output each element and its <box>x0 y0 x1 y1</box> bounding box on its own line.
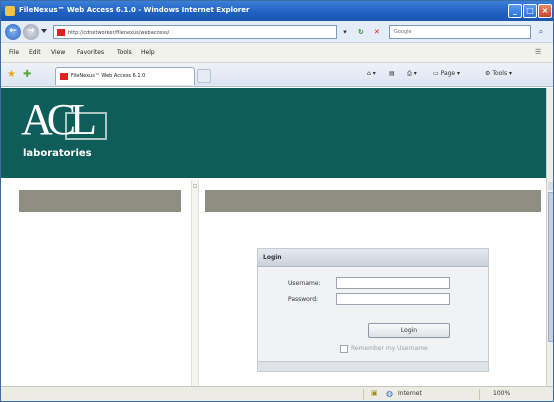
remember-username-checkbox[interactable] <box>340 345 348 353</box>
vertical-scrollbar[interactable] <box>546 88 553 386</box>
menu-favorites[interactable]: Favorites <box>77 49 104 56</box>
menu-file[interactable]: File <box>9 49 19 56</box>
password-label: Password: <box>288 296 319 303</box>
menu-edit[interactable]: Edit <box>29 49 41 56</box>
splitter-grip-icon[interactable] <box>193 184 197 188</box>
page-icon: ▭ <box>433 70 439 77</box>
remember-username-label: Remember my Username <box>351 345 428 352</box>
back-arrow-icon[interactable]: ← <box>5 24 21 40</box>
panel-splitter[interactable] <box>191 180 199 386</box>
tools-menu[interactable]: ⚙ Tools ▾ <box>485 70 512 77</box>
page-menu-label: Page <box>440 70 456 77</box>
protected-mode-icon: ▣ <box>371 389 378 397</box>
logo-subtext: laboratories <box>23 148 92 159</box>
ie-app-icon <box>5 6 15 16</box>
status-bar: ▣ ◍ Internet 100% <box>1 386 553 401</box>
add-favorites-icon[interactable]: ✚ <box>23 69 31 80</box>
scroll-up-button[interactable] <box>548 182 553 190</box>
username-label: Username: <box>288 280 321 287</box>
login-button[interactable]: Login <box>368 323 450 338</box>
close-button[interactable]: × <box>538 4 552 18</box>
status-divider <box>363 389 364 400</box>
print-icon[interactable]: ⎙ ▾ <box>407 70 417 78</box>
maximize-button[interactable]: □ <box>523 4 537 18</box>
forward-arrow-icon[interactable]: → <box>23 24 39 40</box>
scroll-thumb[interactable] <box>548 192 553 342</box>
username-input[interactable] <box>336 277 450 289</box>
links-icon[interactable]: ☰ <box>535 48 541 56</box>
page-viewport: ACL laboratories Login Username: Passwor… <box>1 88 546 386</box>
refresh-icon[interactable]: ↻ <box>355 26 367 38</box>
tab-active[interactable]: FileNexus™ Web Access 6.1.0 <box>55 67 195 85</box>
window-title: FileNexus™ Web Access 6.1.0 - Windows In… <box>19 6 250 14</box>
search-box[interactable] <box>389 25 531 39</box>
stop-icon[interactable]: ✕ <box>371 26 383 38</box>
login-header: Login <box>258 249 488 267</box>
address-dropdown-icon[interactable]: ▾ <box>339 26 351 38</box>
address-toolbar: ← → ▾ ↻ ✕ ⌕ <box>1 21 553 43</box>
feeds-icon[interactable]: ▤ <box>389 70 395 77</box>
menu-tools[interactable]: Tools <box>117 49 132 56</box>
page-favicon-icon <box>57 29 65 36</box>
browser-window: FileNexus™ Web Access 6.1.0 - Windows In… <box>0 0 554 402</box>
home-icon[interactable]: ⌂ ▾ <box>367 70 376 77</box>
status-zone: Internet <box>398 390 422 397</box>
login-title: Login <box>263 254 282 261</box>
address-input[interactable] <box>68 27 332 38</box>
tools-gear-icon: ⚙ <box>485 70 491 77</box>
menu-view[interactable]: View <box>51 49 65 56</box>
address-bar[interactable] <box>53 25 337 39</box>
tab-label: FileNexus™ Web Access 6.1.0 <box>71 73 146 79</box>
globe-icon: ◍ <box>386 389 393 398</box>
acl-logo: ACL laboratories <box>15 95 135 166</box>
status-divider <box>479 389 480 400</box>
login-panel: Login Username: Password: Login Remember… <box>257 248 489 372</box>
page-menu[interactable]: ▭ Page ▾ <box>433 70 460 77</box>
new-tab-button[interactable] <box>197 69 211 83</box>
title-bar: FileNexus™ Web Access 6.1.0 - Windows In… <box>1 1 553 21</box>
tab-favicon-icon <box>60 73 68 80</box>
password-input[interactable] <box>336 293 450 305</box>
search-icon[interactable]: ⌕ <box>534 26 548 38</box>
main-panel-header <box>205 190 541 212</box>
header-banner: ACL laboratories <box>1 88 546 178</box>
login-footer <box>258 361 488 371</box>
left-panel-header <box>19 190 181 212</box>
zoom-level[interactable]: 100% <box>493 390 510 397</box>
tools-menu-label: Tools <box>492 70 508 77</box>
favorites-star-icon[interactable]: ★ <box>7 69 16 80</box>
history-dropdown-icon[interactable] <box>41 29 47 33</box>
minimize-button[interactable]: _ <box>508 4 522 18</box>
menu-help[interactable]: Help <box>141 49 155 56</box>
address-buttons: ▾ ↻ ✕ <box>339 26 385 38</box>
tab-bar: ★ ✚ FileNexus™ Web Access 6.1.0 ⌂ ▾ ▤ ⎙ … <box>1 63 553 87</box>
menu-bar: File Edit View Favorites Tools Help ☰ <box>1 43 553 63</box>
search-input[interactable] <box>390 26 520 38</box>
logo-text: ACL <box>21 95 97 144</box>
